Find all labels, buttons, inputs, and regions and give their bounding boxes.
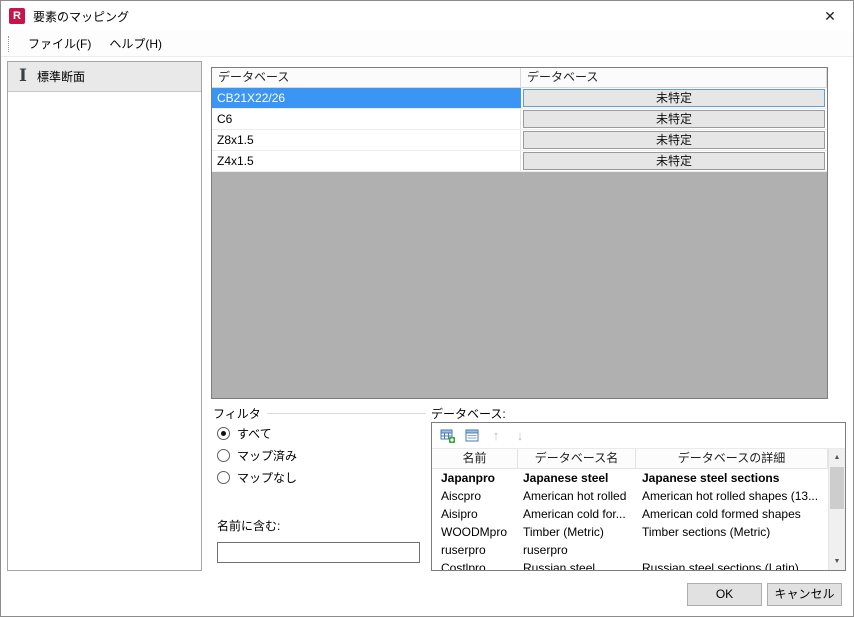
db-row-desc[interactable] [636,541,828,559]
window-title: 要素のマッピング [33,9,130,24]
db-row-name[interactable]: Aiscpro [432,487,518,505]
db-row[interactable]: Japanpro Japanese steel Japanese steel s… [432,469,828,487]
filter-group-title: フィルタ [213,406,261,421]
radio-mapped-icon[interactable] [217,448,230,462]
menu-item-file[interactable]: ファイル(F) [19,31,100,56]
database-table-header: 名前 データベース名 データベースの詳細 [432,449,828,469]
db-row-name[interactable]: ruserpro [432,541,518,559]
menu-item-help[interactable]: ヘルプ(H) [100,31,171,56]
filter-group: フィルタ すべて マップ済み マップなし 名前に含む: [213,405,426,571]
db-row[interactable]: Costlpro Russian steel Russian steel sec… [432,559,828,570]
unmapped-button[interactable]: 未特定 [523,110,825,128]
radio-mapped-label: マップ済み [237,448,298,463]
section-list: I 標準断面 [7,61,202,571]
db-row[interactable]: ruserpro ruserpro [432,541,828,559]
database-panel: ↑ ↓ 名前 データベース名 データベースの詳細 Japanpro Japane… [431,422,846,571]
sidebar-item-label: 標準断面 [37,70,86,84]
cancel-button[interactable]: キャンセル [767,583,842,606]
radio-unmapped-icon[interactable] [217,470,230,484]
mapping-row-value-cell: 未特定 [521,88,827,108]
db-scrollbar[interactable]: ▲ ▼ [828,449,845,570]
db-row[interactable]: WOODMpro Timber (Metric) Timber sections… [432,523,828,541]
menubar: ファイル(F) ヘルプ(H) [1,31,853,57]
db-row[interactable]: Aisipro American cold for... American co… [432,505,828,523]
name-contains-label: 名前に含む: [217,519,281,533]
db-row-desc[interactable]: Russian steel sections (Latin) [636,559,828,570]
db-row-name[interactable]: WOODMpro [432,523,518,541]
database-label: データベース: [431,407,506,421]
db-row[interactable]: Aiscpro American hot rolled American hot… [432,487,828,505]
db-row-name[interactable]: Aisipro [432,505,518,523]
ok-button[interactable]: OK [687,583,762,606]
db-row-desc[interactable]: American hot rolled shapes (13... [636,487,828,505]
db-column-dbname[interactable]: データベース名 [518,449,636,469]
add-database-icon[interactable] [438,426,458,446]
unmapped-button[interactable]: 未特定 [523,152,825,170]
sidebar-item-standard-section[interactable]: I 標準断面 [8,62,201,92]
database-toolbar: ↑ ↓ [432,423,845,449]
scroll-up-icon[interactable]: ▲ [829,449,845,466]
scroll-down-icon[interactable]: ▼ [829,553,845,570]
mapping-row[interactable]: C6 未特定 [212,109,827,130]
move-down-icon[interactable]: ↓ [510,426,530,446]
db-row-dbname[interactable]: ruserpro [518,541,636,559]
filter-option-all[interactable]: すべて [217,423,426,443]
move-up-icon[interactable]: ↑ [486,426,506,446]
db-row-dbname[interactable]: Japanese steel [518,469,636,487]
db-row-desc[interactable]: Timber sections (Metric) [636,523,828,541]
database-properties-icon[interactable] [462,426,482,446]
element-mapping-dialog: R 要素のマッピング ✕ ファイル(F) ヘルプ(H) I 標準断面 データベー… [0,0,854,617]
db-row-desc[interactable]: Japanese steel sections [636,469,828,487]
mapping-header-source[interactable]: データベース [212,68,521,88]
scroll-thumb[interactable] [830,467,844,509]
unmapped-button[interactable]: 未特定 [523,131,825,149]
mapping-row[interactable]: Z4x1.5 未特定 [212,151,827,172]
db-row-dbname[interactable]: Russian steel [518,559,636,570]
menu-gripper-icon[interactable] [8,35,11,52]
db-row-dbname[interactable]: Timber (Metric) [518,523,636,541]
mapping-grid-header: データベース データベース [212,68,827,88]
radio-all-icon[interactable] [217,426,230,440]
unmapped-button[interactable]: 未特定 [523,89,825,107]
mapping-row[interactable]: CB21X22/26 未特定 [212,88,827,109]
db-row-name[interactable]: Costlpro [432,559,518,570]
mapping-row-name[interactable]: Z4x1.5 [212,151,521,171]
filter-option-unmapped[interactable]: マップなし [217,467,426,487]
close-icon[interactable]: ✕ [815,4,845,28]
mapping-row-value-cell: 未特定 [521,151,827,171]
db-column-name[interactable]: 名前 [432,449,518,469]
db-row-name[interactable]: Japanpro [432,469,518,487]
db-row-dbname[interactable]: American hot rolled [518,487,636,505]
db-row-desc[interactable]: American cold formed shapes [636,505,828,523]
mapping-row-value-cell: 未特定 [521,130,827,150]
app-icon: R [9,8,25,24]
mapping-row-name[interactable]: CB21X22/26 [212,88,521,108]
mapping-row-name[interactable]: Z8x1.5 [212,130,521,150]
titlebar[interactable]: R 要素のマッピング ✕ [1,1,853,31]
mapping-row-name[interactable]: C6 [212,109,521,129]
mapping-row[interactable]: Z8x1.5 未特定 [212,130,827,151]
group-divider [266,412,426,414]
mapping-header-target[interactable]: データベース [521,68,827,88]
ibeam-icon: I [19,66,27,86]
db-row-dbname[interactable]: American cold for... [518,505,636,523]
radio-unmapped-label: マップなし [237,470,298,485]
db-column-details[interactable]: データベースの詳細 [636,449,828,469]
mapping-grid: データベース データベース CB21X22/26 未特定 C6 未特定 Z8x1… [211,67,828,399]
filter-option-mapped[interactable]: マップ済み [217,445,426,465]
name-contains-input[interactable] [217,542,420,563]
mapping-row-value-cell: 未特定 [521,109,827,129]
database-table-body: Japanpro Japanese steel Japanese steel s… [432,469,828,570]
radio-all-label: すべて [237,426,272,441]
